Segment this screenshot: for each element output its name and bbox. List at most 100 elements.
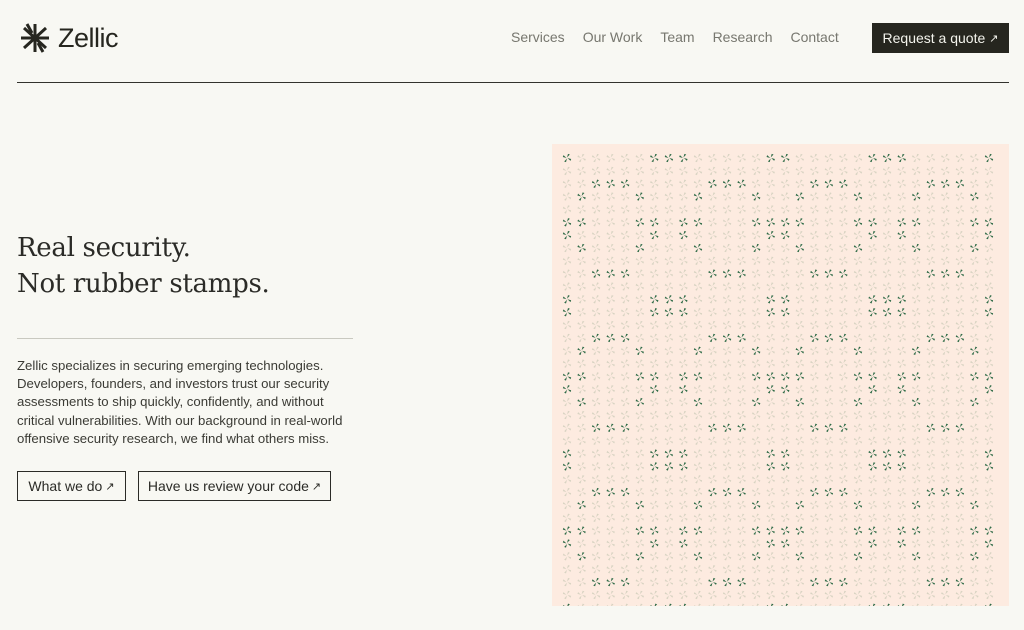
nav-item-research[interactable]: Research — [713, 29, 773, 45]
pinwheel-icon — [679, 513, 688, 522]
pinwheel-icon — [839, 282, 848, 291]
pinwheel-icon — [722, 397, 732, 407]
pinwheel-icon — [839, 565, 848, 574]
pinwheel-icon — [984, 526, 994, 535]
request-quote-button[interactable]: Request a quote ↗ — [872, 23, 1009, 53]
what-we-do-button[interactable]: What we do ↗ — [17, 471, 126, 501]
pinwheel-icon — [984, 410, 994, 420]
nav-item-our-work[interactable]: Our Work — [583, 29, 643, 45]
pinwheel-icon — [737, 487, 746, 497]
pinwheel-icon — [752, 526, 761, 535]
pinwheel-icon — [810, 603, 819, 606]
pinwheel-icon — [693, 282, 703, 291]
pinwheel-icon — [664, 590, 674, 600]
pinwheel-icon — [781, 218, 790, 227]
pinwheel-icon — [577, 218, 586, 227]
pinwheel-icon — [606, 218, 615, 227]
pinwheel-icon — [941, 565, 950, 574]
pinwheel-icon — [650, 282, 659, 291]
pinwheel-icon — [708, 410, 717, 420]
pinwheel-icon — [766, 475, 775, 484]
pinwheel-icon — [912, 410, 921, 420]
pinwheel-icon — [795, 153, 804, 163]
pinwheel-icon — [810, 475, 819, 484]
pinwheel-icon — [781, 269, 790, 278]
pinwheel-icon — [853, 320, 863, 330]
pinwheel-icon — [606, 436, 615, 445]
pinwheel-icon — [984, 590, 994, 600]
pinwheel-icon — [606, 333, 615, 343]
pinwheel-icon — [868, 153, 877, 163]
pinwheel-icon — [926, 372, 935, 381]
pinwheel-icon — [650, 269, 659, 278]
pinwheel-icon — [708, 333, 717, 343]
pinwheel-icon — [679, 397, 688, 407]
pinwheel-icon — [882, 436, 892, 445]
pinwheel-icon — [970, 410, 979, 420]
pinwheel-icon — [708, 256, 717, 265]
pinwheel-icon — [926, 333, 935, 343]
pinwheel-icon — [591, 282, 601, 291]
pinwheel-icon — [635, 410, 644, 420]
pinwheel-icon — [853, 552, 863, 561]
pinwheel-icon — [868, 410, 877, 420]
pinwheel-icon — [868, 166, 877, 176]
pinwheel-icon — [853, 436, 863, 445]
pinwheel-icon — [693, 397, 703, 407]
pinwheel-icon — [562, 526, 572, 535]
pinwheel-icon — [679, 462, 688, 471]
pinwheel-icon — [984, 205, 994, 214]
pinwheel-icon — [781, 166, 790, 176]
pinwheel-icon — [635, 295, 644, 304]
pinwheel-icon — [926, 243, 935, 253]
pinwheel-icon — [679, 308, 688, 317]
pinwheel-icon — [708, 230, 717, 240]
pinwheel-icon — [941, 513, 950, 522]
nav-item-services[interactable]: Services — [511, 29, 565, 45]
pinwheel-icon — [926, 526, 935, 535]
nav-item-contact[interactable]: Contact — [790, 29, 838, 45]
pinwheel-icon — [882, 230, 892, 240]
review-code-button[interactable]: Have us review your code ↗ — [138, 471, 331, 501]
pinwheel-icon — [853, 346, 863, 355]
pinwheel-icon — [853, 218, 863, 227]
pinwheel-icon — [912, 166, 921, 176]
pinwheel-icon — [621, 179, 630, 188]
pinwheel-icon — [810, 487, 819, 497]
pinwheel-icon — [766, 372, 775, 381]
pinwheel-icon — [926, 166, 935, 176]
pinwheel-icon — [766, 282, 775, 291]
pinwheel-icon — [970, 539, 979, 548]
pinwheel-icon — [853, 487, 863, 497]
pinwheel-icon — [635, 423, 644, 432]
pinwheel-icon — [693, 372, 703, 381]
pinwheel-icon — [868, 449, 877, 458]
pinwheel-icon — [868, 256, 877, 265]
pinwheel-icon — [955, 205, 965, 214]
pinwheel-icon — [708, 397, 717, 407]
pinwheel-icon — [824, 153, 834, 163]
pinwheel-icon — [868, 513, 877, 522]
pinwheel-icon — [752, 308, 761, 317]
pinwheel-icon — [562, 333, 572, 343]
pinwheel-icon — [664, 565, 674, 574]
pinwheel-icon — [693, 205, 703, 214]
pinwheel-icon — [970, 603, 979, 606]
pinwheel-icon — [868, 320, 877, 330]
pinwheel-icon — [970, 282, 979, 291]
pinwheel-icon — [606, 526, 615, 535]
pinwheel-icon — [752, 539, 761, 548]
pinwheel-icon — [955, 449, 965, 458]
pinwheel-icon — [766, 577, 775, 587]
pinwheel-icon — [810, 166, 819, 176]
nav-item-team[interactable]: Team — [660, 29, 694, 45]
pinwheel-icon — [868, 526, 877, 535]
pinwheel-icon — [591, 462, 601, 471]
pinwheel-icon — [591, 346, 601, 355]
pinwheel-icon — [679, 359, 688, 368]
pinwheel-icon — [781, 539, 790, 548]
pinwheel-icon — [824, 243, 834, 253]
logo-link[interactable]: Zellic — [18, 22, 119, 54]
pinwheel-icon — [693, 230, 703, 240]
pinwheel-icon — [679, 192, 688, 201]
